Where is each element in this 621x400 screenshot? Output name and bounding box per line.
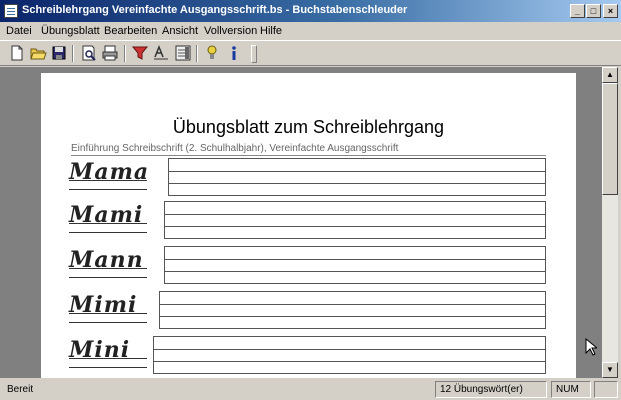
window-title: Schreiblehrgang Vereinfachte Ausgangssch… [22, 4, 408, 16]
word-baseline [69, 313, 147, 314]
worksheet-subtitle: Einführung Schreibschrift (2. Schulhalbj… [71, 143, 399, 154]
menu-datei[interactable]: Datei [6, 25, 32, 37]
word-baseline [69, 180, 147, 181]
info-icon[interactable] [225, 44, 243, 62]
practice-row: Mann [41, 246, 576, 286]
word-underline [69, 367, 147, 368]
new-icon[interactable] [8, 44, 26, 62]
letter-style-icon[interactable] [152, 44, 170, 62]
filter-icon[interactable] [131, 44, 149, 62]
document-area[interactable]: Übungsblatt zum Schreiblehrgang Einführu… [0, 67, 602, 378]
menu-bar: Datei Übungsblatt Bearbeiten Ansicht Vol… [0, 22, 621, 40]
word-underline [69, 232, 147, 233]
subtitle-underline [71, 155, 546, 156]
word-underline [69, 277, 147, 278]
word-underline [69, 322, 147, 323]
practice-word: Mami [69, 202, 144, 228]
hint-icon[interactable] [203, 44, 221, 62]
menu-uebungsblatt[interactable]: Übungsblatt [41, 25, 100, 37]
menu-vollversion[interactable]: Vollversion [204, 25, 257, 37]
writing-lines[interactable] [164, 246, 546, 284]
worksheet-page: Übungsblatt zum Schreiblehrgang Einführu… [41, 73, 576, 378]
writing-lines[interactable] [164, 201, 546, 239]
toolbar-separator [196, 45, 198, 62]
word-underline [69, 189, 147, 190]
scroll-up-button[interactable]: ▲ [602, 67, 618, 83]
minimize-button[interactable]: _ [570, 4, 585, 18]
writing-lines[interactable] [159, 291, 546, 329]
vertical-scrollbar[interactable]: ▲ ▼ [602, 67, 618, 378]
worksheet-icon[interactable] [174, 44, 192, 62]
word-count: 12 Übungswört(er) [435, 381, 547, 398]
practice-row: Mama [41, 158, 576, 198]
toolbar-separator [72, 45, 74, 62]
word-baseline [69, 268, 147, 269]
writing-lines[interactable] [168, 158, 546, 196]
open-icon[interactable] [29, 44, 47, 62]
status-text: Bereit [7, 384, 34, 395]
toolbar-separator [124, 45, 126, 62]
menu-ansicht[interactable]: Ansicht [162, 25, 198, 37]
writing-lines[interactable] [153, 336, 546, 374]
maximize-button[interactable]: □ [586, 4, 601, 18]
close-button[interactable]: × [603, 4, 618, 18]
status-bar: Bereit 12 Übungswört(er) NUM [0, 379, 621, 400]
save-icon[interactable] [50, 44, 68, 62]
mouse-cursor-icon [585, 338, 597, 356]
practice-word: Mimi [69, 292, 138, 318]
toolbar [0, 40, 621, 66]
word-baseline [69, 358, 147, 359]
practice-word: Mini [69, 337, 131, 363]
practice-word: Mama [69, 159, 150, 185]
practice-row: Mami [41, 201, 576, 241]
scroll-thumb[interactable] [602, 83, 618, 195]
print-icon[interactable] [101, 44, 119, 62]
toolbar-grip[interactable] [251, 45, 257, 63]
menu-hilfe[interactable]: Hilfe [260, 25, 282, 37]
print-preview-icon[interactable] [80, 44, 98, 62]
menu-bearbeiten[interactable]: Bearbeiten [104, 25, 157, 37]
practice-row: Mimi [41, 291, 576, 331]
practice-row: Mini [41, 336, 576, 376]
scroll-down-button[interactable]: ▼ [602, 362, 618, 378]
num-lock-indicator: NUM [551, 381, 591, 398]
word-baseline [69, 223, 147, 224]
practice-word: Mann [69, 247, 144, 273]
worksheet-title: Übungsblatt zum Schreiblehrgang [172, 117, 445, 137]
status-empty-pane [594, 381, 618, 398]
title-bar: Schreiblehrgang Vereinfachte Ausgangssch… [0, 0, 621, 22]
app-icon[interactable] [4, 4, 18, 18]
